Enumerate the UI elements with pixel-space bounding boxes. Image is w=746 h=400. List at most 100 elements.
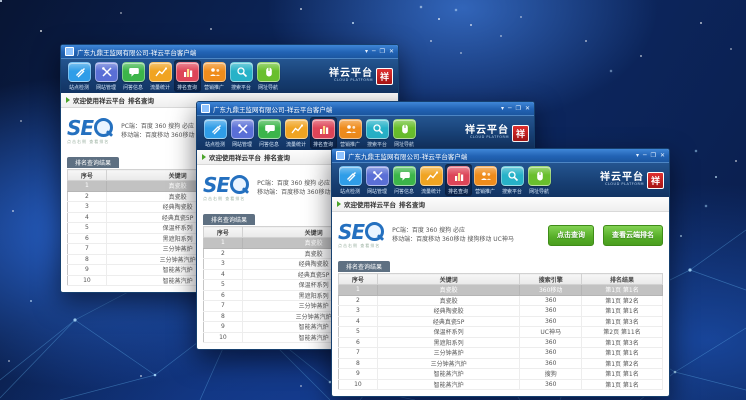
table-row[interactable]: 4经典真瓷5P360第1页 第3名 <box>339 316 663 327</box>
brand-area: 祥云平台 CLOUD PLATFORM 祥 <box>600 172 664 189</box>
toolbar-item-site-check[interactable]: 站点检测 <box>202 117 229 149</box>
brand-area: 祥云平台 CLOUD PLATFORM 祥 <box>329 68 393 85</box>
magnifier-logo-icon <box>365 222 384 241</box>
breadcrumb-section: 排名查询 <box>128 95 154 105</box>
header-no: 序号 <box>339 274 378 285</box>
seo-logo: SE 点击右侧 查看排名 <box>203 175 249 202</box>
tools-icon <box>95 62 118 82</box>
titlebar[interactable]: 广东九鼎王监网有限公司-祥云平台客户端 ▾ ─ ❐ ✕ <box>197 102 534 115</box>
toolbar-item-site-nav[interactable]: 网址导航 <box>391 117 418 149</box>
engine-info: PC端：百度 360 搜狗 必应 移动端：百度移动 360移动 搜狗移动 UC神… <box>392 226 544 244</box>
breadcrumb: 欢迎使用祥云平台 排名查询 <box>332 197 669 212</box>
toolbar-item-site-manage[interactable]: 网站管理 <box>93 60 120 92</box>
toolbar-item-site-nav[interactable]: 网址导航 <box>255 60 282 92</box>
magnifier-gear-icon <box>501 166 524 186</box>
titlebar[interactable]: 广东九鼎王监网有限公司-祥云平台客户端 ▾ ─ ❐ ✕ <box>61 45 398 58</box>
tools-icon <box>366 166 389 186</box>
toolbar-item-qa-info[interactable]: 问答信息 <box>120 60 147 92</box>
people-icon <box>474 166 497 186</box>
toolbar-item-promotion[interactable]: 营销推广 <box>337 117 364 149</box>
toolbar-item-search-platform[interactable]: 搜索平台 <box>499 164 526 196</box>
settings-arrow-icon[interactable]: ▾ <box>501 106 504 112</box>
toolbar-item-site-nav[interactable]: 网址导航 <box>526 164 553 196</box>
seo-logo: SE 点击右侧 查看排名 <box>67 118 113 145</box>
window-title: 广东九鼎王监网有限公司-祥云平台客户端 <box>77 47 365 57</box>
settings-arrow-icon[interactable]: ▾ <box>636 153 639 159</box>
table-row[interactable]: 1真瓷胶360移动第1页 第1名 <box>339 285 663 296</box>
app-icon <box>201 104 210 113</box>
toolbar-item-site-check[interactable]: 站点检测 <box>337 164 364 196</box>
toolbar-item-site-manage[interactable]: 网站管理 <box>229 117 256 149</box>
table-row[interactable]: 9智能蒸汽炉搜狗第1页 第1名 <box>339 369 663 380</box>
toolbar-item-qa-info[interactable]: 问答信息 <box>256 117 283 149</box>
engine-info-mobile: 移动端：百度移动 360移动 搜狗移动 UC神马 <box>392 235 544 244</box>
mouse-icon <box>528 166 551 186</box>
result-tab[interactable]: 排名查询结果 <box>203 214 255 225</box>
magnifier-logo-icon <box>230 175 249 194</box>
desktop: { "background": { "base_color": "#0d2a66… <box>0 0 746 400</box>
window-title: 广东九鼎王监网有限公司-祥云平台客户端 <box>213 104 501 114</box>
brand-area: 祥云平台 CLOUD PLATFORM 祥 <box>465 125 529 142</box>
app-icon <box>336 151 345 160</box>
engine-info-pc: PC端：百度 360 搜狗 必应 <box>392 226 544 235</box>
table-row[interactable]: 10智能蒸汽炉360第1页 第1名 <box>339 379 663 390</box>
toolbar-item-rank-query[interactable]: 排名查询 <box>445 164 472 196</box>
rank-table: 序号 关键词 搜索引擎 排名结果 1真瓷胶360移动第1页 第1名2真瓷胶360… <box>338 273 663 390</box>
bar-chart-icon <box>447 166 470 186</box>
breadcrumb-arrow-icon <box>66 97 70 103</box>
table-row[interactable]: 8三分钟蒸汽炉360第1页 第2名 <box>339 358 663 369</box>
toolbar-item-promotion[interactable]: 营销推广 <box>201 60 228 92</box>
chat-bubble-icon <box>122 62 145 82</box>
main-toolbar: 站点检测 网站管理 问答信息 流量统计 排名查询 营销推广 搜索平台 网址导航 … <box>61 58 398 93</box>
table-row[interactable]: 5保温杯系列UC神马第2页 第11名 <box>339 327 663 338</box>
table-row[interactable]: 7三分钟蒸炉360第1页 第1名 <box>339 348 663 359</box>
bar-chart-icon <box>312 119 335 139</box>
minimize-button[interactable]: ─ <box>508 106 512 112</box>
seo-logo-slogan: 点击右侧 查看排名 <box>67 139 113 145</box>
table-row[interactable]: 2真瓷胶360第1页 第2名 <box>339 295 663 306</box>
content-area: SE 点击右侧 查看排名 PC端：百度 360 搜狗 必应 移动端：百度移动 3… <box>332 212 669 396</box>
toolbar-item-rank-query[interactable]: 排名查询 <box>310 117 337 149</box>
maximize-button[interactable]: ❐ <box>516 106 521 112</box>
result-tab[interactable]: 排名查询结果 <box>338 261 390 272</box>
result-tab[interactable]: 排名查询结果 <box>67 157 119 168</box>
breadcrumb-arrow-icon <box>202 154 206 160</box>
line-chart-icon <box>149 62 172 82</box>
minimize-button[interactable]: ─ <box>372 49 376 55</box>
toolbar-item-qa-info[interactable]: 问答信息 <box>391 164 418 196</box>
close-button[interactable]: ✕ <box>660 153 665 159</box>
app-window: 广东九鼎王监网有限公司-祥云平台客户端 ▾ ─ ❐ ✕ 站点检测 网站管理 问答… <box>331 148 670 397</box>
seo-logo-slogan: 点击右侧 查看排名 <box>203 196 249 202</box>
settings-arrow-icon[interactable]: ▾ <box>365 49 368 55</box>
toolbar-item-traffic-stats[interactable]: 流量统计 <box>283 117 310 149</box>
brand-badge-icon: 祥 <box>647 172 664 189</box>
main-toolbar: 站点检测 网站管理 问答信息 流量统计 排名查询 营销推广 搜索平台 网址导航 … <box>332 162 669 197</box>
maximize-button[interactable]: ❐ <box>651 153 656 159</box>
titlebar[interactable]: 广东九鼎王监网有限公司-祥云平台客户端 ▾ ─ ❐ ✕ <box>332 149 669 162</box>
toolbar-item-site-manage[interactable]: 网站管理 <box>364 164 391 196</box>
close-button[interactable]: ✕ <box>389 49 394 55</box>
toolbar-item-rank-query[interactable]: 排名查询 <box>174 60 201 92</box>
pencil-icon <box>339 166 362 186</box>
table-row[interactable]: 6黑遮阳系列360第1页 第3名 <box>339 337 663 348</box>
breadcrumb-section: 排名查询 <box>264 152 290 162</box>
toolbar-item-traffic-stats[interactable]: 流量统计 <box>147 60 174 92</box>
table-row[interactable]: 3经典陶瓷胶360第1页 第1名 <box>339 306 663 317</box>
brand-subtitle: CLOUD PLATFORM <box>465 136 509 140</box>
query-button[interactable]: 点击查询 <box>548 225 594 246</box>
maximize-button[interactable]: ❐ <box>380 49 385 55</box>
toolbar-item-traffic-stats[interactable]: 流量统计 <box>418 164 445 196</box>
header-keyword: 关键词 <box>377 274 520 285</box>
seo-logo-slogan: 点击右侧 查看排名 <box>338 243 384 249</box>
toolbar-item-promotion[interactable]: 营销推广 <box>472 164 499 196</box>
minimize-button[interactable]: ─ <box>643 153 647 159</box>
people-icon <box>339 119 362 139</box>
brand-badge-icon: 祥 <box>376 68 393 85</box>
close-button[interactable]: ✕ <box>525 106 530 112</box>
toolbar-item-site-check[interactable]: 站点检测 <box>66 60 93 92</box>
toolbar-item-search-platform[interactable]: 搜索平台 <box>364 117 391 149</box>
magnifier-gear-icon <box>230 62 253 82</box>
toolbar-item-search-platform[interactable]: 搜索平台 <box>228 60 255 92</box>
cloud-rank-button[interactable]: 查看云端排名 <box>603 225 663 246</box>
mouse-icon <box>393 119 416 139</box>
